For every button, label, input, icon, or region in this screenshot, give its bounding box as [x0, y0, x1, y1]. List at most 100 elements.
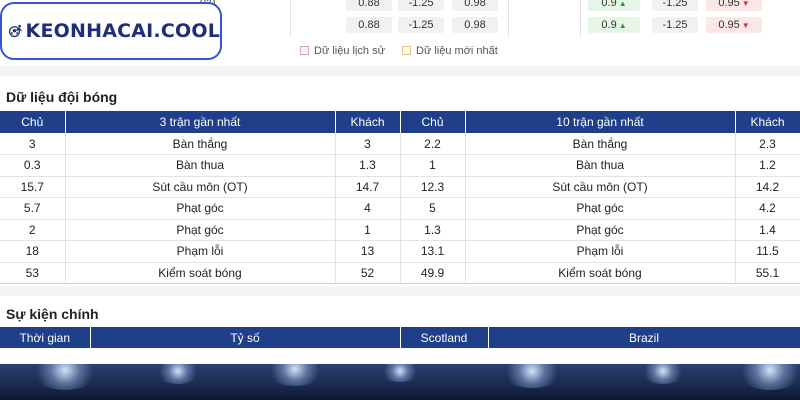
col-last-10: 10 trận gần nhất — [465, 111, 736, 133]
legend-swatch — [402, 46, 411, 55]
col-away: Khách — [735, 111, 800, 133]
odds-value-down[interactable]: 0.95 ▼ — [706, 0, 762, 11]
odds-value-down[interactable]: 0.95 ▼ — [706, 17, 762, 33]
table-cell: 3 — [335, 133, 401, 155]
table-cell: 14.7 — [335, 176, 401, 198]
table-cell: 1.4 — [735, 219, 800, 241]
legend-label: Dữ liệu lịch sử — [314, 45, 385, 57]
site-logo[interactable]: KEONHACAI.COOL — [0, 2, 222, 60]
logo-text: KEONHACAI.COOL — [25, 20, 220, 42]
section-title: Dữ liệu đội bóng — [6, 89, 118, 105]
table-cell: Phạt góc — [465, 197, 736, 220]
odds-value-text: 0.9 — [601, 0, 617, 9]
arrow-down-icon: ▼ — [741, 21, 750, 30]
divider — [580, 0, 581, 36]
stadium-light — [735, 364, 800, 390]
odds-value[interactable]: -1.25 — [652, 0, 698, 11]
section-gap — [0, 286, 800, 296]
soccer-ball-icon — [8, 24, 22, 38]
odds-value-text: 0.95 — [718, 0, 740, 9]
stadium-banner-image — [0, 364, 800, 400]
stadium-light — [265, 364, 325, 386]
col-last-3: 3 trận gần nhất — [65, 111, 336, 133]
arrow-down-icon: ▼ — [741, 0, 750, 8]
table-cell: 1 — [400, 154, 466, 177]
table-cell: Bàn thắng — [465, 133, 736, 155]
table-cell: Phạt góc — [65, 219, 336, 241]
col-team-away: Brazil — [488, 327, 800, 348]
table-cell: 1.2 — [735, 154, 800, 177]
odds-value-up[interactable]: 0.9 ▲ — [588, 17, 640, 33]
table-cell: 13.1 — [400, 240, 466, 263]
table-cell: Kiểm soát bóng — [465, 262, 736, 284]
table-row: 15.7 Sút cầu môn (OT) 14.7 12.3 Sút cầu … — [0, 176, 800, 198]
table-cell: 2 — [0, 219, 66, 241]
col-score: Tỷ số — [90, 327, 401, 348]
stadium-light — [30, 364, 100, 390]
odds-value[interactable]: -1.25 — [398, 0, 444, 11]
table-cell: 15.7 — [0, 176, 66, 198]
odds-value[interactable]: 0.88 — [346, 0, 392, 11]
divider — [508, 0, 509, 36]
stadium-light — [500, 364, 564, 388]
odds-value[interactable]: 0.98 — [452, 0, 498, 11]
table-row: 0.3 Bàn thua 1.3 1 Bàn thua 1.2 — [0, 154, 800, 177]
stadium-light — [380, 364, 420, 382]
table-cell: 5 — [400, 197, 466, 220]
team-data-table: Chủ 3 trận gần nhất Khách Chủ 10 trận gầ… — [0, 111, 800, 284]
table-cell: 2.3 — [735, 133, 800, 155]
col-home: Chủ — [0, 111, 66, 133]
section-gap — [0, 66, 800, 76]
legend-history: Dữ liệu lịch sử — [300, 43, 385, 59]
table-cell: 2.2 — [400, 133, 466, 155]
table-cell: 49.9 — [400, 262, 466, 284]
stadium-light — [155, 364, 201, 384]
odds-value-text: 0.95 — [718, 19, 740, 31]
section-title: Sự kiện chính — [6, 306, 99, 322]
table-cell: 4 — [335, 197, 401, 220]
col-home: Chủ — [400, 111, 466, 133]
table-cell: 1 — [335, 219, 401, 241]
table-header-row: Thời gian Tỷ số Scotland Brazil — [0, 327, 800, 348]
table-cell: Sút cầu môn (OT) — [465, 176, 736, 198]
col-time: Thời gian — [0, 327, 91, 348]
table-cell: 13 — [335, 240, 401, 263]
table-cell: 4.2 — [735, 197, 800, 220]
table-cell: Phạm lỗi — [465, 240, 736, 263]
odds-value-up[interactable]: 0.9 ▲ — [588, 0, 640, 11]
col-team-home: Scotland — [400, 327, 489, 348]
col-away: Khách — [335, 111, 401, 133]
table-row: 18 Phạm lỗi 13 13.1 Phạm lỗi 11.5 — [0, 240, 800, 263]
table-cell: Phạt góc — [65, 197, 336, 220]
table-cell: 12.3 — [400, 176, 466, 198]
arrow-up-icon: ▲ — [618, 0, 627, 8]
odds-value[interactable]: -1.25 — [652, 17, 698, 33]
odds-value[interactable]: 0.88 — [346, 17, 392, 33]
legend-swatch — [300, 46, 309, 55]
arrow-up-icon: ▲ — [618, 21, 627, 30]
odds-value[interactable]: 0.98 — [452, 17, 498, 33]
table-cell: 0.3 — [0, 154, 66, 177]
table-row: 53 Kiểm soát bóng 52 49.9 Kiểm soát bóng… — [0, 262, 800, 284]
events-table: Thời gian Tỷ số Scotland Brazil — [0, 327, 800, 348]
table-cell: 18 — [0, 240, 66, 263]
table-cell: Sút cầu môn (OT) — [65, 176, 336, 198]
table-cell: 1.3 — [335, 154, 401, 177]
table-cell: Phạt góc — [465, 219, 736, 241]
table-cell: 3 — [0, 133, 66, 155]
odds-value-text: 0.9 — [601, 19, 617, 31]
table-cell: Phạm lỗi — [65, 240, 336, 263]
legend-latest: Dữ liệu mới nhất — [402, 43, 498, 59]
table-cell: 52 — [335, 262, 401, 284]
table-header-row: Chủ 3 trận gần nhất Khách Chủ 10 trận gầ… — [0, 111, 800, 133]
table-cell: Kiểm soát bóng — [65, 262, 336, 284]
table-cell: Bàn thua — [65, 154, 336, 177]
odds-value[interactable]: -1.25 — [398, 17, 444, 33]
table-cell: 1.3 — [400, 219, 466, 241]
legend-label: Dữ liệu mới nhất — [416, 45, 498, 57]
table-cell: 53 — [0, 262, 66, 284]
table-row: 2 Phạt góc 1 1.3 Phạt góc 1.4 — [0, 219, 800, 241]
table-cell: 5.7 — [0, 197, 66, 220]
divider — [290, 0, 291, 36]
table-cell: 11.5 — [735, 240, 800, 263]
